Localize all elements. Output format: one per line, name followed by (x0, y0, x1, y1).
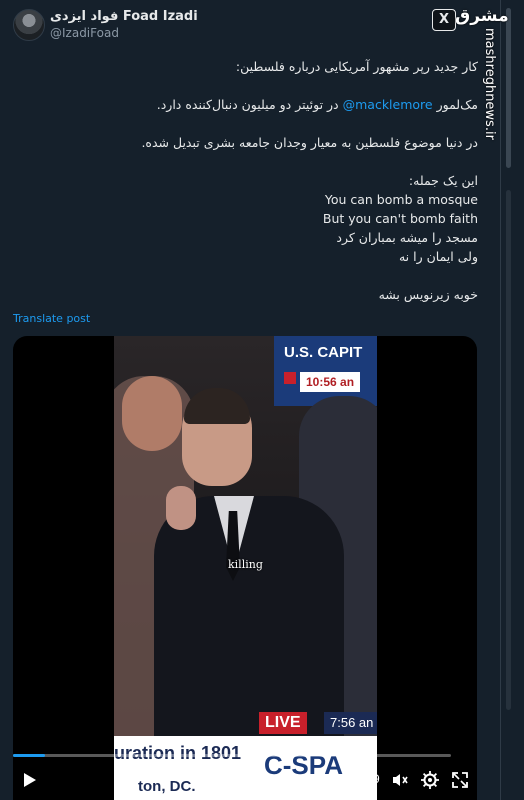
progress-bar[interactable] (13, 754, 451, 757)
live-time: 7:56 an (324, 712, 377, 734)
volume-icon[interactable] (390, 770, 410, 790)
banner-title: U.S. CAPIT (284, 344, 363, 361)
settings-gear-icon[interactable] (420, 770, 440, 790)
tweet-line: خوبه زیرنویس بشه (378, 287, 478, 302)
x-logo-badge: X (432, 9, 456, 31)
fullscreen-icon[interactable] (450, 770, 470, 790)
scrollbar-track[interactable] (506, 190, 511, 710)
tweet-fragment: در توئیتر دو میلیون دنبال‌کننده دارد. (156, 97, 343, 112)
tweet-text: کار جدید رپر مشهور آمریکایی درباره فلسطی… (38, 57, 478, 304)
time-readout: 0:10 / 2:19 (323, 772, 380, 786)
video-player[interactable]: U.S. CAPIT 10:56 an killing uration in 1… (13, 336, 477, 800)
progress-fill (13, 754, 45, 757)
tweet-line: ولی ایمان را نه (398, 249, 478, 264)
watermark-logo: مشرق (455, 6, 509, 26)
play-icon[interactable] (24, 773, 36, 787)
translate-post-link[interactable]: Translate post (13, 312, 90, 325)
right-side-strip (500, 0, 524, 800)
video-frame[interactable]: U.S. CAPIT 10:56 an killing uration in 1… (114, 336, 377, 800)
tweet-line: But you can't bomb faith (322, 211, 478, 226)
tweet-line: کار جدید رپر مشهور آمریکایی درباره فلسطی… (235, 59, 478, 74)
live-tag: LIVE (259, 712, 307, 734)
watermark-url: mashreghnews.ir (482, 28, 497, 140)
tweet-line: مسجد را میشه بمباران کرد (336, 230, 478, 245)
mention-link[interactable]: @macklemore (343, 97, 433, 112)
banner-time: 10:56 an (300, 372, 361, 392)
tweet-line: مک‌لمور @macklemore در توئیتر دو میلیون … (38, 95, 478, 114)
background-person-head (122, 376, 182, 451)
scrollbar-thumb[interactable] (506, 8, 511, 168)
tweet-fragment: مک‌لمور (432, 97, 478, 112)
author-display-name[interactable]: فواد ایزدی Foad Izadi (50, 9, 198, 24)
tweet-line: You can bomb a mosque (324, 192, 478, 207)
author-handle[interactable]: @IzadiFoad (50, 26, 119, 40)
banner-red-stripe (284, 372, 296, 384)
tweet-line: این یک جمله: (408, 173, 478, 188)
avatar[interactable] (13, 9, 45, 41)
tweet-line: در دنیا موضوع فلسطین به معیار وجدان جامع… (141, 135, 478, 150)
news-banner: U.S. CAPIT 10:56 an (284, 344, 377, 394)
video-subtitle: killing (228, 558, 263, 571)
lower-third-line2: ton, DC. (138, 778, 196, 795)
main-person-hand (166, 486, 196, 530)
